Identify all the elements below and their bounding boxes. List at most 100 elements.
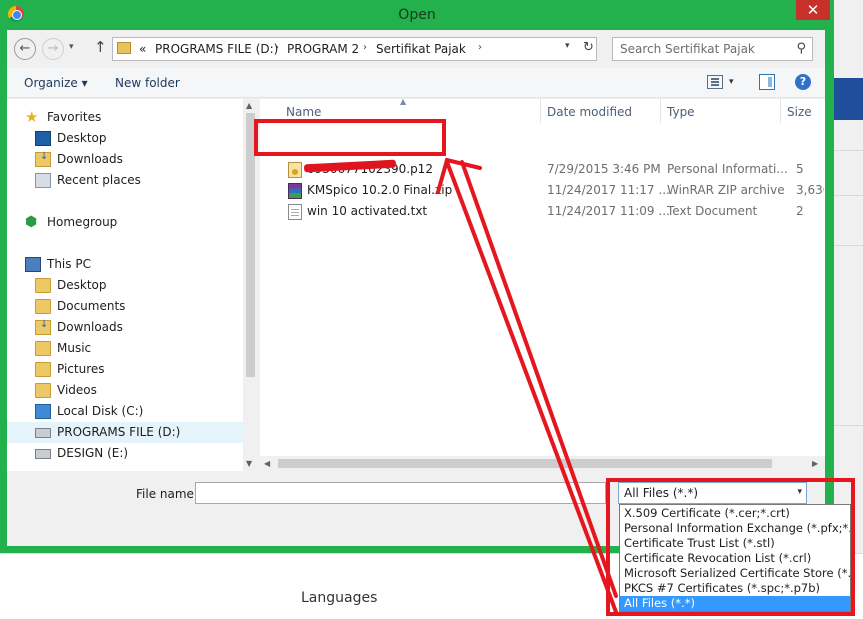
background-app-banner [832, 78, 863, 120]
open-dialog: Open ✕ ← → ▾ ↑ « PROGRAMS FILE (D:) › PR… [0, 0, 834, 553]
file-size: 2 [796, 204, 804, 218]
breadcrumb-program-2[interactable]: PROGRAM 2 [287, 42, 359, 56]
text-file-icon [288, 204, 302, 220]
nav-label: Desktop [57, 131, 107, 145]
nav-label: Downloads [57, 152, 123, 166]
close-button[interactable]: ✕ [796, 0, 830, 20]
nav-label: Desktop [57, 278, 107, 292]
search-box[interactable]: Search Sertifikat Pajak ⚲ [612, 37, 813, 61]
back-button[interactable]: ← [14, 38, 36, 60]
nav-item-programs-file-d[interactable]: PROGRAMS FILE (D:) [7, 422, 243, 443]
nav-item-pictures[interactable]: Pictures [7, 359, 243, 380]
column-divider[interactable] [540, 99, 541, 123]
desktop-icon [35, 131, 51, 146]
nav-item-downloads[interactable]: Downloads [7, 149, 243, 170]
file-name: win 10 activated.txt [307, 204, 428, 218]
nav-item-local-disk-c[interactable]: Local Disk (C:) [7, 401, 243, 422]
scroll-down-icon[interactable]: ▼ [246, 459, 252, 468]
chevron-right-icon[interactable]: › [478, 42, 482, 53]
file-date: 11/24/2017 11:09 ... [547, 204, 670, 218]
help-icon[interactable]: ? [795, 74, 811, 90]
nav-label: Pictures [57, 362, 105, 376]
background-divider [832, 245, 863, 246]
file-date: 7/29/2015 3:46 PM [547, 162, 661, 176]
recent-locations-dropdown[interactable]: ▾ [69, 42, 74, 52]
new-folder-button[interactable]: New folder [115, 76, 180, 90]
background-divider [832, 195, 863, 196]
highlight-box-file-types [606, 478, 855, 616]
column-header-size[interactable]: Size [787, 105, 812, 119]
nav-item-videos[interactable]: Videos [7, 380, 243, 401]
file-name-label: File name: [136, 487, 198, 501]
file-row[interactable]: KMSpico 10.2.0 Final.zip 11/24/2017 11:1… [260, 180, 825, 201]
command-bar: Organize ▾ New folder ▾ ? [7, 68, 825, 98]
nav-item-music[interactable]: Music [7, 338, 243, 359]
search-input[interactable]: Search Sertifikat Pajak [620, 42, 755, 56]
nav-item-design-e[interactable]: DESIGN (E:) [7, 443, 243, 464]
search-icon[interactable]: ⚲ [796, 41, 806, 56]
column-header-name[interactable]: Name [286, 105, 321, 119]
file-type: Text Document [667, 204, 758, 218]
nav-item-recent-places[interactable]: Recent places [7, 170, 243, 191]
column-divider[interactable] [780, 99, 781, 123]
refresh-icon[interactable]: ↻ [583, 40, 594, 55]
nav-homegroup[interactable]: ⬢ Homegroup [7, 212, 243, 233]
highlight-box-certificate-file [254, 119, 446, 156]
navigation-pane: ★ Favorites Desktop Downloads Recent pla… [7, 99, 258, 471]
scrollbar-thumb[interactable] [278, 459, 772, 468]
folder-icon [35, 299, 51, 314]
drive-icon [35, 449, 51, 459]
file-row[interactable]: 0930677102390.p12 7/29/2015 3:46 PM Pers… [260, 159, 825, 180]
nav-label: Local Disk (C:) [57, 404, 144, 418]
file-name-input[interactable] [195, 482, 606, 504]
nav-label: Recent places [57, 173, 141, 187]
horizontal-scrollbar[interactable]: ◀ ▶ [260, 456, 825, 471]
recent-places-icon [35, 173, 51, 188]
dialog-title: Open [398, 7, 436, 23]
up-folder-button[interactable]: ↑ [94, 38, 107, 56]
preview-pane-icon[interactable] [759, 74, 775, 90]
nav-item-downloads[interactable]: Downloads [7, 317, 243, 338]
view-options-icon[interactable] [707, 75, 723, 89]
forward-button[interactable]: → [42, 38, 64, 60]
scroll-right-icon[interactable]: ▶ [812, 459, 818, 468]
breadcrumb-overflow[interactable]: « [139, 42, 146, 56]
music-folder-icon [35, 341, 51, 356]
file-size: 5 [796, 162, 804, 176]
folder-icon [117, 42, 131, 54]
column-divider[interactable] [660, 99, 661, 123]
pictures-folder-icon [35, 362, 51, 377]
nav-label: This PC [47, 257, 91, 271]
address-bar[interactable]: « PROGRAMS FILE (D:) › PROGRAM 2 › Serti… [112, 37, 597, 61]
breadcrumb-programs-file[interactable]: PROGRAMS FILE (D:) [155, 42, 278, 56]
drive-icon [35, 428, 51, 438]
nav-label: PROGRAMS FILE (D:) [57, 425, 181, 439]
chevron-down-icon[interactable]: ▾ [565, 41, 570, 51]
breadcrumb-sertifikat-pajak[interactable]: Sertifikat Pajak [376, 42, 466, 56]
chevron-down-icon[interactable]: ▾ [729, 77, 734, 87]
file-date: 11/24/2017 11:17 ... [547, 183, 670, 197]
nav-label: Videos [57, 383, 97, 397]
nav-item-desktop[interactable]: Desktop [7, 128, 243, 149]
chevron-right-icon[interactable]: › [363, 42, 367, 53]
file-size: 3,636 [796, 183, 824, 197]
organize-button[interactable]: Organize ▾ [24, 76, 88, 90]
nav-this-pc[interactable]: This PC [7, 254, 243, 275]
nav-label: Music [57, 341, 92, 355]
scroll-left-icon[interactable]: ◀ [264, 459, 270, 468]
winrar-icon [288, 183, 302, 199]
background-divider [832, 150, 863, 151]
nav-label: Favorites [47, 110, 102, 124]
nav-favorites[interactable]: ★ Favorites [7, 107, 243, 128]
column-header-type[interactable]: Type [667, 105, 695, 119]
nav-item-desktop[interactable]: Desktop [7, 275, 243, 296]
dialog-client: ← → ▾ ↑ « PROGRAMS FILE (D:) › PROGRAM 2… [7, 30, 825, 546]
languages-link[interactable]: Languages [301, 590, 377, 606]
column-header-date[interactable]: Date modified [547, 105, 632, 119]
file-row[interactable]: win 10 activated.txt 11/24/2017 11:09 ..… [260, 201, 825, 222]
scroll-up-icon[interactable]: ▲ [246, 101, 252, 110]
nav-item-documents[interactable]: Documents [7, 296, 243, 317]
chevron-right-icon[interactable]: › [275, 42, 279, 53]
file-type: WinRAR ZIP archive [667, 183, 785, 197]
file-name: KMSpico 10.2.0 Final.zip [307, 183, 453, 197]
